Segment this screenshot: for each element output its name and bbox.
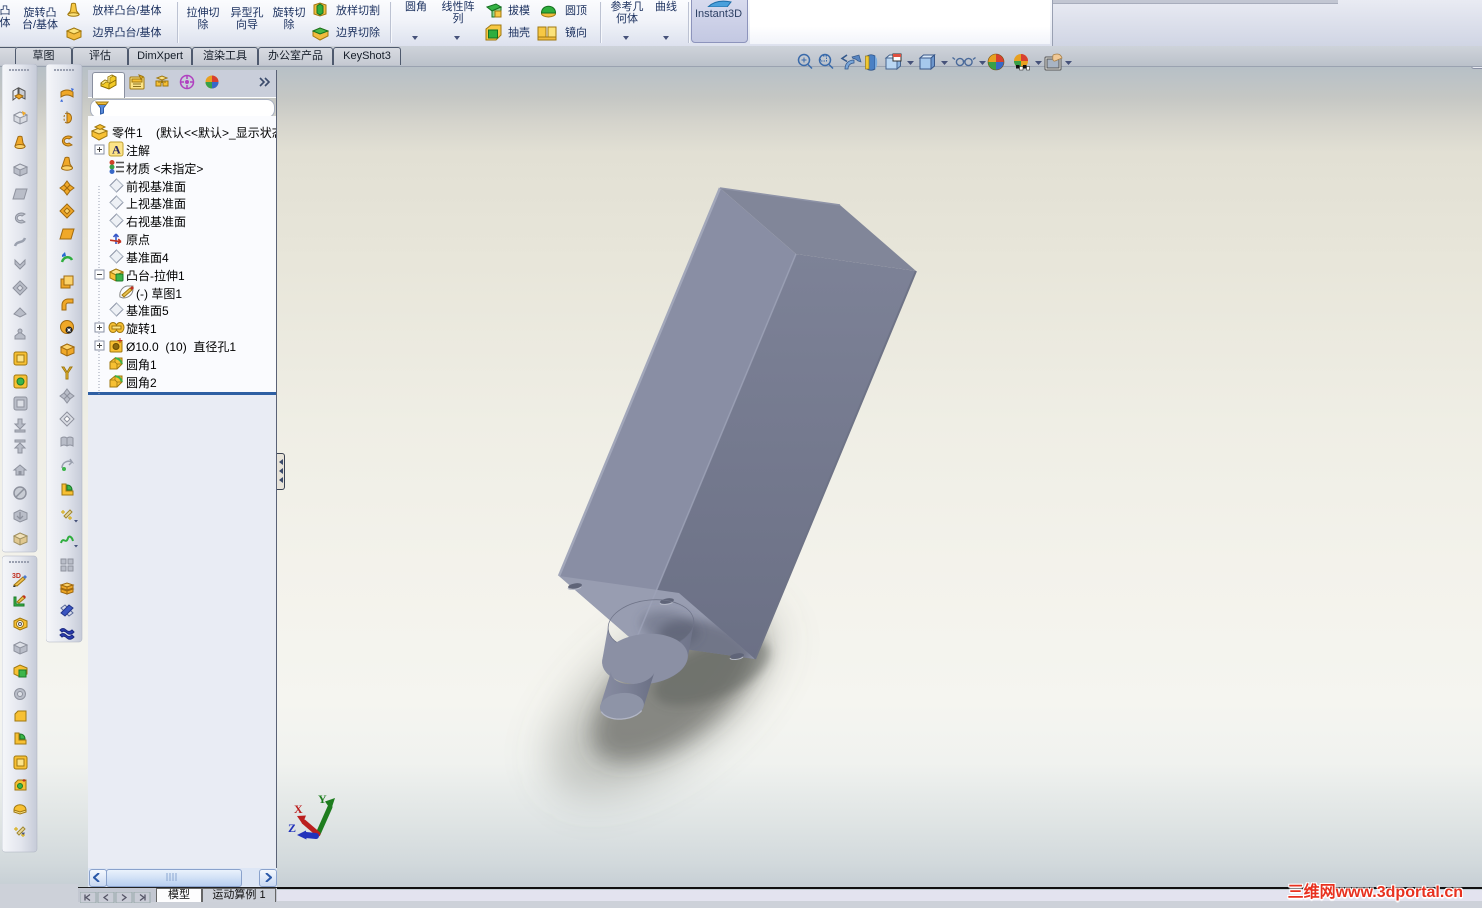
svg-text:Z: Z xyxy=(288,821,296,835)
svg-text:X: X xyxy=(294,802,303,816)
svg-text:Y: Y xyxy=(318,792,327,806)
svg-text:3D: 3D xyxy=(12,573,21,580)
